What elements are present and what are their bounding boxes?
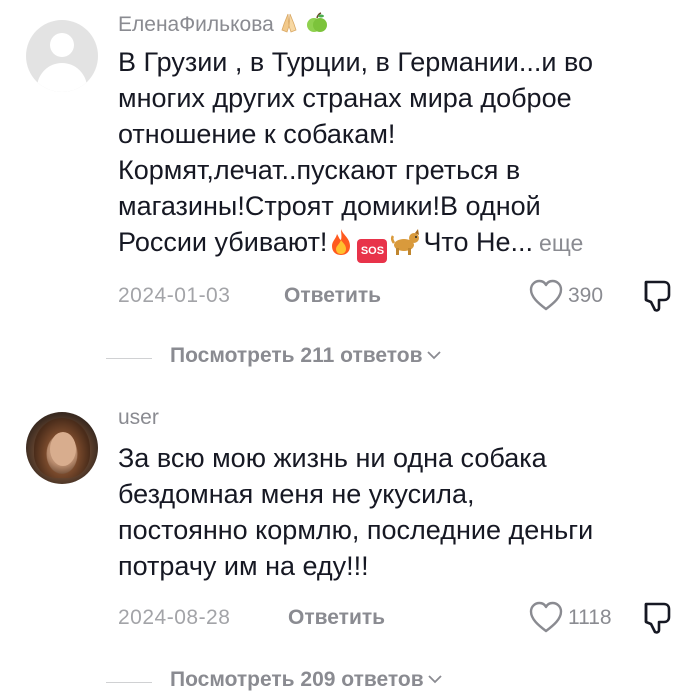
see-more-link[interactable]: еще [539,230,583,256]
divider-line [106,358,152,359]
heart-icon[interactable] [528,278,564,312]
fire-icon [332,229,351,255]
divider-line [106,682,152,683]
chevron-down-icon [428,675,442,684]
reply-button[interactable]: Ответить [288,606,385,630]
view-replies[interactable]: Посмотреть 209 ответов [106,668,606,698]
comment-text: В Грузии , в Турции, в Германии...и во м… [118,44,678,263]
sos-icon: SOS [357,239,388,263]
heart-icon[interactable] [528,600,564,634]
comment-text: За всю мою жизнь ни одна собака бездомна… [118,443,594,581]
avatar[interactable] [26,412,98,484]
comment-username[interactable]: user [118,406,159,430]
avatar-placeholder[interactable] [26,20,98,92]
comment-meta: 2024-01-03 Ответить 390 [118,279,678,312]
comment-date: 2024-08-28 [118,606,231,629]
comment-date: 2024-01-03 [118,284,231,307]
chevron-down-icon [426,351,441,360]
comment-username[interactable]: ЕленаФилькова [118,12,328,40]
dog-icon [391,229,420,255]
like-count: 390 [568,284,604,307]
view-replies[interactable]: Посмотреть 211 ответов [106,344,606,374]
dislike-icon[interactable] [638,600,674,636]
dislike-icon[interactable] [638,278,674,314]
comment-last-line: России убивают! SOS Что Не... еще [118,224,678,263]
green-apple-icon [306,12,327,32]
like-count: 1118 [568,606,612,629]
folded-hands-icon [281,13,297,33]
comment-meta: 2024-08-28 Ответить 1118 [118,601,678,634]
reply-button[interactable]: Ответить [284,284,381,308]
